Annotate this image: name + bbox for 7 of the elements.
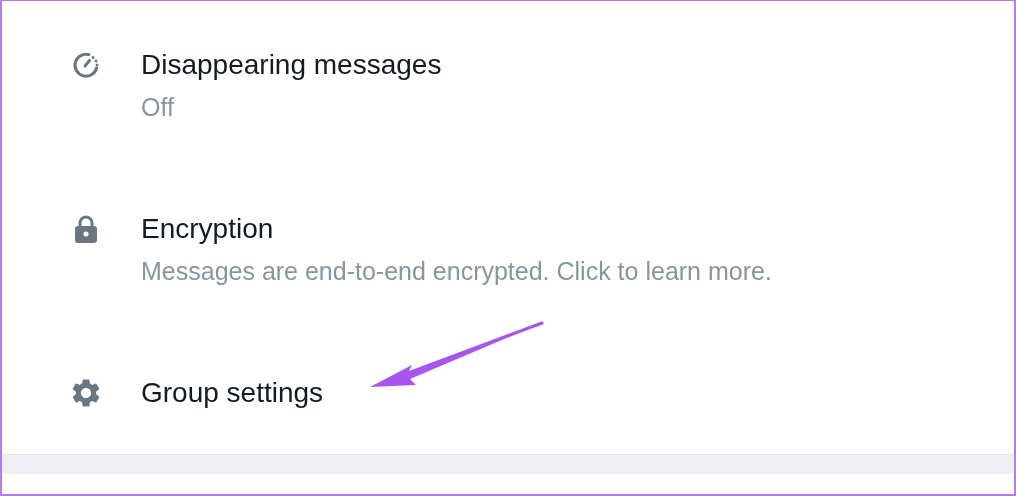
setting-title[interactable]: Disappearing messages <box>141 48 442 82</box>
setting-title[interactable]: Encryption <box>141 212 772 246</box>
setting-title[interactable]: Group settings <box>141 376 324 410</box>
lock-icon <box>74 214 98 244</box>
setting-subtitle: Off <box>141 92 175 123</box>
timer-icon <box>72 51 100 79</box>
setting-subtitle: Messages are end-to-end encrypted. Click to learn more. <box>141 256 772 287</box>
